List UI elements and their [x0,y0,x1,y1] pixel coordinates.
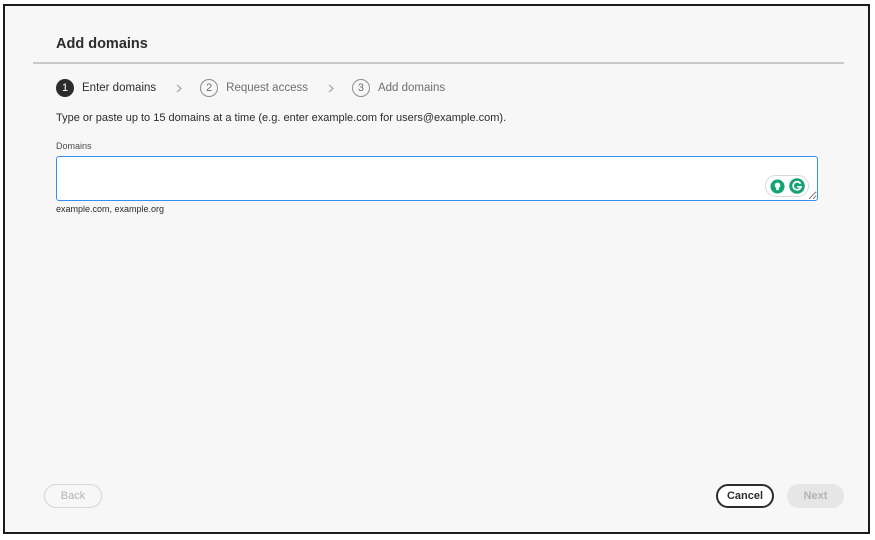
step-label-enter-domains: Enter domains [82,82,157,94]
step-label-request-access: Request access [226,82,308,94]
dialog-title: Add domains [56,36,148,52]
step-request-access: 2 Request access [200,79,308,97]
add-domains-dialog: Add domains 1 Enter domains 2 Request ac… [3,4,870,534]
step-number-3: 3 [351,79,370,97]
step-add-domains: 3 Add domains [351,79,446,97]
stepper: 1 Enter domains 2 Request access 3 Add d… [56,78,445,98]
step-label-add-domains: Add domains [377,82,446,94]
lightbulb-icon[interactable] [770,178,786,194]
cancel-button[interactable]: Cancel [716,484,774,508]
chevron-right-icon [169,84,189,93]
back-button[interactable]: Back [44,484,102,508]
domains-help-text: example.com, example.org [56,204,165,214]
instructions-text: Type or paste up to 15 domains at a time… [56,112,507,124]
domains-field-label: Domains [56,141,92,151]
page-backdrop-bottom [0,534,875,540]
step-number-2: 2 [200,79,219,97]
domains-input[interactable] [56,156,818,201]
chevron-right-icon [321,84,341,93]
title-divider [33,62,844,64]
step-number-1: 1 [56,79,74,97]
next-button[interactable]: Next [787,484,844,508]
extension-icons [765,175,809,197]
grammarly-icon[interactable] [788,178,805,194]
step-enter-domains: 1 Enter domains [56,79,156,97]
